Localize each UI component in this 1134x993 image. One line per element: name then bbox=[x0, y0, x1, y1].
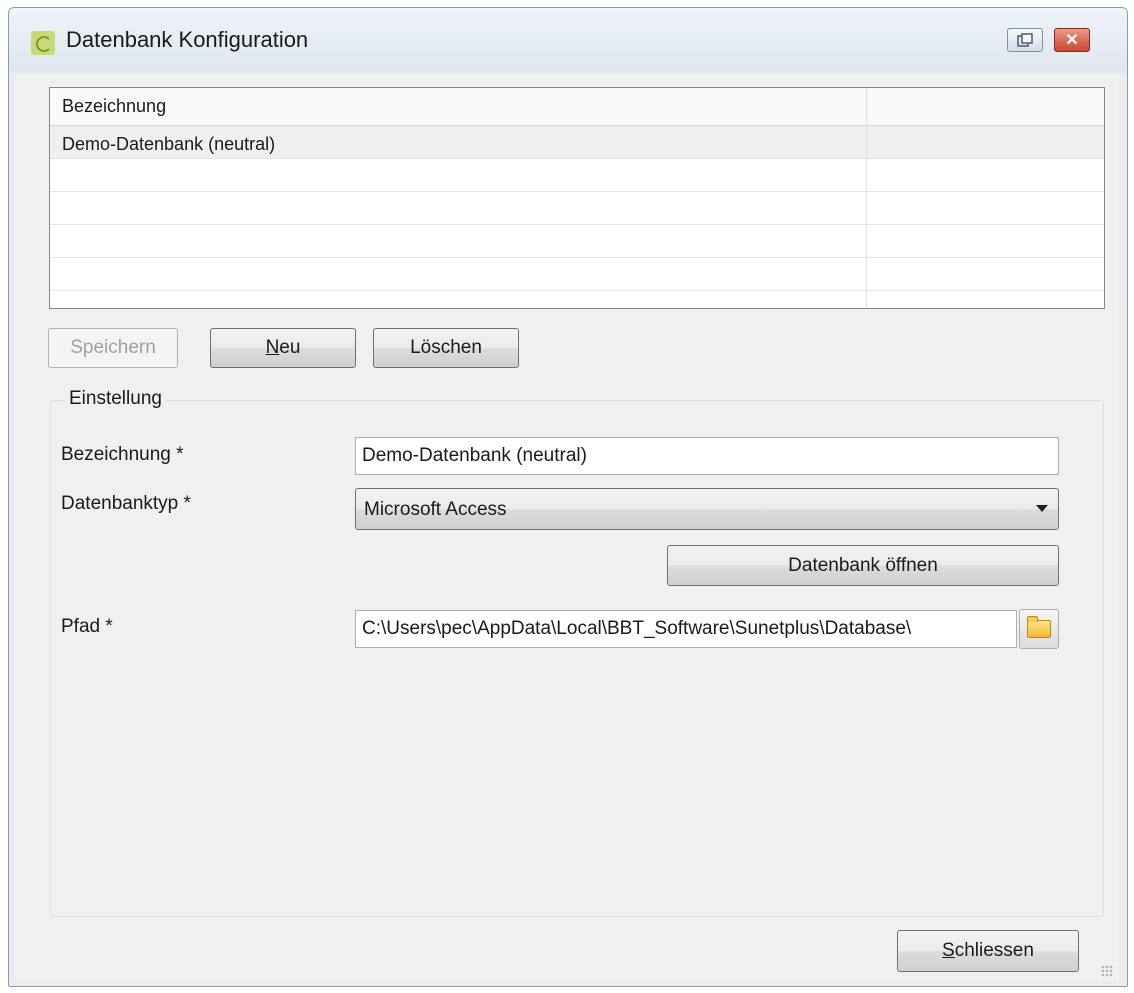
new-button[interactable]: Neu bbox=[210, 328, 356, 368]
path-input[interactable]: C:\Users\pec\AppData\Local\BBT_Software\… bbox=[355, 610, 1017, 648]
empty-row bbox=[50, 225, 1104, 258]
window-title: Datenbank Konfiguration bbox=[66, 27, 309, 52]
dbtype-select[interactable]: Microsoft Access bbox=[355, 488, 1059, 530]
empty-row bbox=[50, 192, 1104, 225]
table-cell-name: Demo-Datenbank (neutral) bbox=[62, 134, 276, 154]
restore-button[interactable] bbox=[1007, 28, 1043, 52]
browse-folder-button[interactable] bbox=[1019, 609, 1059, 649]
folder-icon bbox=[1027, 616, 1051, 638]
dialog-content: Bezeichnung Demo-Datenbank (neutral) Spe… bbox=[15, 73, 1119, 981]
name-label: Bezeichnung * bbox=[61, 444, 184, 465]
close-dialog-label: Schliessen bbox=[942, 940, 1034, 961]
database-grid[interactable]: Bezeichnung Demo-Datenbank (neutral) bbox=[49, 87, 1105, 309]
settings-group-title: Einstellung bbox=[65, 388, 166, 410]
column-separator bbox=[866, 88, 867, 308]
path-label: Pfad * bbox=[61, 616, 113, 637]
dbtype-selected-value: Microsoft Access bbox=[364, 499, 507, 520]
restore-icon bbox=[1017, 33, 1033, 47]
close-dialog-button[interactable]: Schliessen bbox=[897, 930, 1079, 972]
delete-button-label: Löschen bbox=[410, 337, 482, 358]
title-bar[interactable]: Datenbank Konfiguration ✕ bbox=[9, 8, 1127, 73]
resize-grip-icon[interactable] bbox=[1101, 965, 1113, 977]
chevron-down-icon bbox=[1036, 505, 1048, 512]
close-icon: ✕ bbox=[1065, 32, 1079, 49]
delete-button[interactable]: Löschen bbox=[373, 328, 519, 368]
name-input[interactable]: Demo-Datenbank (neutral) bbox=[355, 437, 1059, 475]
open-database-label: Datenbank öffnen bbox=[788, 554, 938, 576]
settings-groupbox bbox=[50, 400, 1104, 917]
empty-row bbox=[50, 258, 1104, 291]
open-database-button[interactable]: Datenbank öffnen bbox=[667, 545, 1059, 586]
grid-header-row: Bezeichnung bbox=[50, 88, 1104, 126]
empty-row bbox=[50, 159, 1104, 192]
new-button-label: Neu bbox=[265, 337, 301, 358]
app-logo-icon bbox=[31, 31, 55, 55]
table-row[interactable]: Demo-Datenbank (neutral) bbox=[50, 126, 1104, 159]
column-header-bezeichnung[interactable]: Bezeichnung bbox=[62, 96, 166, 117]
dialog-window: Datenbank Konfiguration ✕ Bezeichnung De… bbox=[8, 7, 1128, 987]
save-button[interactable]: Speichern bbox=[48, 328, 178, 368]
dbtype-label: Datenbanktyp * bbox=[61, 493, 191, 514]
save-button-label: Speichern bbox=[70, 337, 156, 358]
close-window-button[interactable]: ✕ bbox=[1054, 28, 1090, 52]
